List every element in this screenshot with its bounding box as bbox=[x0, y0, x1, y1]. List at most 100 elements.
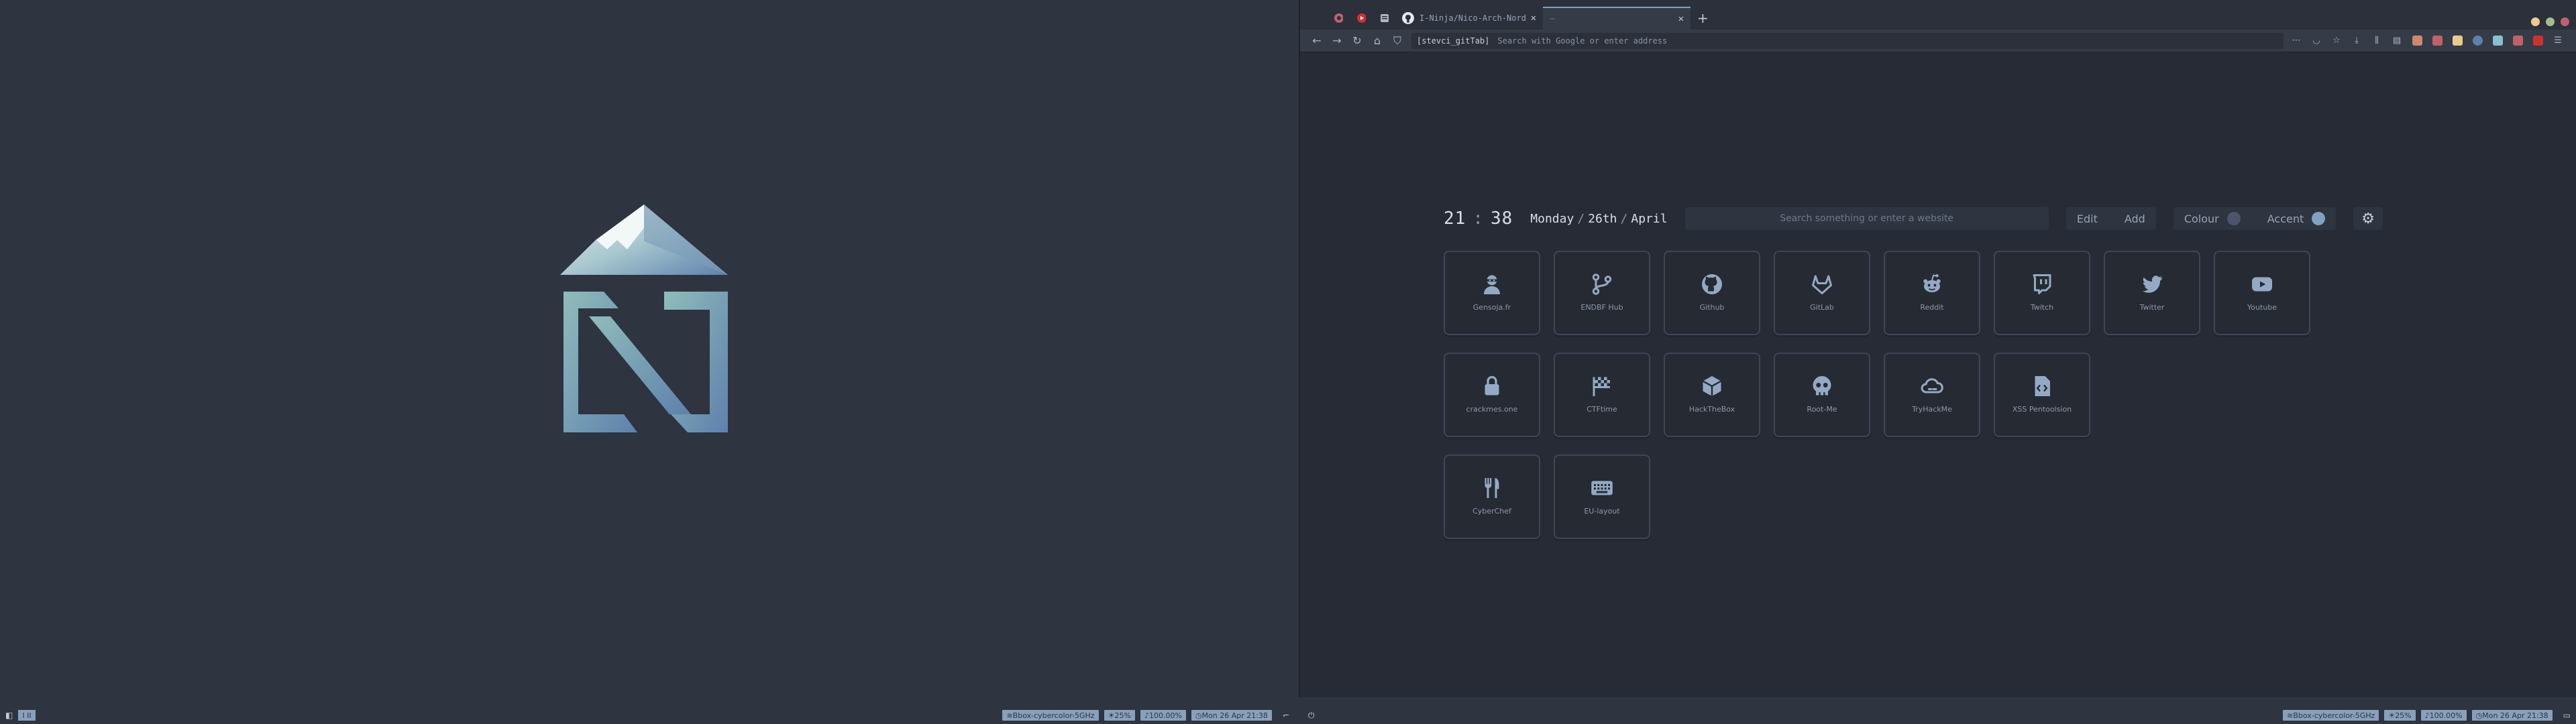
bookmark-card[interactable]: TryHackMe bbox=[1884, 353, 1980, 437]
settings-button[interactable]: ⚙ bbox=[2353, 207, 2383, 230]
downloads-button[interactable]: ⤓ bbox=[2349, 34, 2364, 48]
extension-1-button[interactable] bbox=[2410, 34, 2424, 48]
datetime-label: Mon 26 Apr 21:38 bbox=[1201, 711, 1268, 720]
shield-icon: ⛉ bbox=[1393, 34, 1401, 47]
sidebar-button[interactable]: ▤ bbox=[2390, 34, 2404, 48]
menu-button[interactable]: ☰ bbox=[2551, 34, 2565, 48]
clock-hours: 21 bbox=[1444, 208, 1466, 229]
bookmark-label: Twitch bbox=[2030, 303, 2054, 312]
workspace-indicator[interactable]: I II bbox=[18, 710, 36, 721]
bookmark-card[interactable]: CyberChef bbox=[1444, 455, 1540, 539]
pinned-tab-page[interactable] bbox=[1373, 7, 1395, 29]
bookmark-card[interactable]: Reddit bbox=[1884, 251, 1980, 335]
bookmark-card[interactable]: crackmes.one bbox=[1444, 353, 1540, 437]
edit-button[interactable]: Edit bbox=[2077, 213, 2098, 225]
right-monitor: I-Ninja/Nico-Arch-Nord- ✕ ✕ + ← → ↻ ⌂ ⛉ … bbox=[1299, 0, 2576, 697]
skull-icon bbox=[1810, 374, 1834, 398]
bookmark-label: XSS Pentoolsion bbox=[2012, 405, 2072, 414]
pocket-button[interactable]: ◡ bbox=[2309, 34, 2324, 48]
theme-toggles: Colour Accent bbox=[2173, 207, 2337, 230]
bookmark-card[interactable]: EU-layout bbox=[1554, 455, 1650, 539]
extension-icon bbox=[2512, 36, 2523, 46]
extension-6-button[interactable] bbox=[2510, 34, 2525, 48]
gear-icon: ⚙ bbox=[2361, 210, 2375, 227]
startpage-search-input[interactable]: Search something or enter a website bbox=[1684, 207, 2049, 230]
site-identity-label: [stevci_gitTab] bbox=[1417, 36, 1490, 46]
bookmark-label: EU-layout bbox=[1584, 507, 1620, 516]
youtube-icon bbox=[1357, 13, 1366, 23]
add-button[interactable]: Add bbox=[2125, 213, 2145, 225]
window-controls bbox=[2531, 17, 2569, 26]
bookmark-label: Root-Me bbox=[1807, 405, 1837, 414]
bookmark-card[interactable]: Twitter bbox=[2104, 251, 2200, 335]
reload-button[interactable]: ↻ bbox=[1347, 32, 1367, 50]
tab-github[interactable]: I-Ninja/Nico-Arch-Nord- ✕ bbox=[1395, 7, 1543, 29]
bookmark-label: Twitter bbox=[2139, 303, 2165, 312]
extension-5-button[interactable] bbox=[2490, 34, 2505, 48]
arrow-right-icon: → bbox=[1332, 34, 1342, 47]
date-weekday: Monday bbox=[1530, 211, 1574, 226]
pinned-tab-youtube[interactable] bbox=[1350, 7, 1373, 29]
bookmark-card[interactable]: XSS Pentoolsion bbox=[1994, 353, 2090, 437]
bookmark-label: Gensoja.fr bbox=[1472, 303, 1511, 312]
minimize-button[interactable] bbox=[2531, 17, 2540, 26]
extension-2-button[interactable] bbox=[2430, 34, 2445, 48]
pinned-tab-extension[interactable] bbox=[1327, 7, 1350, 29]
bookmark-card[interactable]: GitLab bbox=[1774, 251, 1870, 335]
back-button[interactable]: ← bbox=[1307, 32, 1327, 50]
launcher-icon[interactable]: ◧ bbox=[5, 711, 13, 720]
toolbar-right: ⋯ ◡ ☆ ⤓ ⫼ ▤ ☰ bbox=[2289, 34, 2565, 48]
new-tab-button[interactable]: + bbox=[1697, 7, 1709, 29]
bookmark-card[interactable]: CTFtime bbox=[1554, 353, 1650, 437]
brightness-status: ☀ 25% bbox=[1104, 710, 1135, 721]
page-icon bbox=[1381, 14, 1389, 22]
date: Monday/26th / April bbox=[1530, 212, 1667, 226]
bookmark-card[interactable]: Twitch bbox=[1994, 251, 2090, 335]
edit-add-group: Edit Add bbox=[2065, 207, 2156, 230]
bookmark-star-button[interactable]: ☆ bbox=[2329, 34, 2344, 48]
accent-toggle[interactable]: Accent bbox=[2267, 212, 2326, 225]
forward-button[interactable]: → bbox=[1327, 32, 1347, 50]
maximize-button[interactable] bbox=[2546, 17, 2555, 26]
bookmark-card[interactable]: ENDBF Hub bbox=[1554, 251, 1650, 335]
extension-icon bbox=[2452, 36, 2463, 46]
bookmark-card[interactable]: HackTheBox bbox=[1664, 353, 1760, 437]
desktop: I-Ninja/Nico-Arch-Nord- ✕ ✕ + ← → ↻ ⌂ ⛉ … bbox=[0, 0, 2576, 724]
home-button[interactable]: ⌂ bbox=[1367, 32, 1387, 50]
colour-knob bbox=[2226, 212, 2241, 225]
extension-3-button[interactable] bbox=[2450, 34, 2465, 48]
extension-icon bbox=[2472, 36, 2483, 46]
tracking-shield-button[interactable]: ⛉ bbox=[1387, 32, 1407, 50]
startpage-header: 21:38 Monday/26th / April Search something… bbox=[1444, 204, 2383, 233]
page-actions-button[interactable]: ⋯ bbox=[2289, 34, 2304, 48]
utensils-icon bbox=[1480, 476, 1504, 500]
bookmark-card[interactable]: Github bbox=[1664, 251, 1760, 335]
arrow-left-icon: ← bbox=[1312, 34, 1322, 47]
bookmark-card[interactable]: Youtube bbox=[2214, 251, 2310, 335]
mountain-logo-icon bbox=[560, 204, 728, 432]
tab-title: I-Ninja/Nico-Arch-Nord- bbox=[1419, 13, 1527, 23]
library-button[interactable]: ⫼ bbox=[2369, 34, 2384, 48]
extension-4-button[interactable] bbox=[2470, 34, 2485, 48]
colour-toggle[interactable]: Colour bbox=[2184, 212, 2241, 225]
github-icon bbox=[1700, 272, 1724, 296]
close-window-button[interactable] bbox=[2561, 17, 2569, 26]
power-icon[interactable]: ⏻ bbox=[1308, 711, 1315, 721]
reload-icon: ↻ bbox=[1352, 34, 1362, 47]
volume-status: ♪ 100.00% bbox=[1140, 710, 1186, 721]
browser-tab-bar: I-Ninja/Nico-Arch-Nord- ✕ ✕ + bbox=[1300, 0, 2576, 29]
extension-icon bbox=[2412, 36, 2422, 46]
close-tab-icon[interactable]: ✕ bbox=[1531, 13, 1536, 23]
close-tab-icon[interactable]: ✕ bbox=[1678, 13, 1684, 24]
extension-7-button[interactable] bbox=[2530, 34, 2545, 48]
tray-icon: ▭ bbox=[2563, 711, 2571, 720]
star-icon: ☆ bbox=[2332, 36, 2341, 46]
url-bar[interactable]: [stevci_gitTab] Search with Google or en… bbox=[1411, 32, 2284, 49]
bookmark-label: CyberChef bbox=[1472, 507, 1511, 516]
bookmark-card[interactable]: Gensoja.fr bbox=[1444, 251, 1540, 335]
brightness-label: 25% bbox=[1114, 711, 1131, 720]
tab-startpage[interactable]: ✕ bbox=[1543, 7, 1690, 29]
wifi-label: Bbox-cybercolor-5GHz bbox=[2293, 711, 2375, 720]
bookmark-label: ENDBF Hub bbox=[1580, 303, 1623, 312]
bookmark-card[interactable]: Root-Me bbox=[1774, 353, 1870, 437]
